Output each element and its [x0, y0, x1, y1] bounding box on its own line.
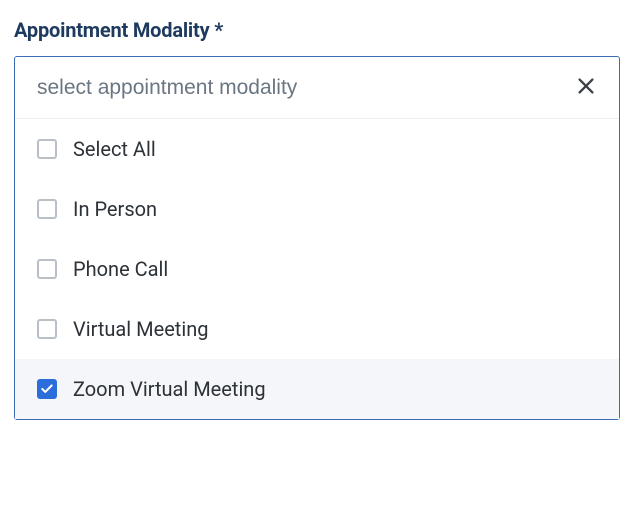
- dropdown-container: Select All In Person Phone Call Virtual Mee…: [14, 56, 620, 420]
- option-item[interactable]: Zoom Virtual Meeting: [15, 359, 619, 419]
- option-label: Zoom Virtual Meeting: [73, 377, 266, 401]
- option-item[interactable]: Virtual Meeting: [15, 299, 619, 359]
- search-row: [15, 57, 619, 119]
- search-input[interactable]: [37, 76, 571, 100]
- clear-button[interactable]: [571, 71, 601, 104]
- option-item[interactable]: Phone Call: [15, 239, 619, 299]
- option-item[interactable]: In Person: [15, 179, 619, 239]
- checkbox-icon: [37, 319, 57, 339]
- option-label: Phone Call: [73, 257, 168, 281]
- options-list: Select All In Person Phone Call Virtual Mee…: [15, 119, 619, 419]
- option-label: Select All: [73, 137, 156, 161]
- field-label: Appointment Modality *: [14, 18, 620, 42]
- checkbox-icon: [37, 139, 57, 159]
- checkbox-icon: [37, 259, 57, 279]
- option-label: Virtual Meeting: [73, 317, 209, 341]
- close-icon: [575, 75, 597, 100]
- option-item[interactable]: Select All: [15, 119, 619, 179]
- checkbox-icon: [37, 379, 57, 399]
- checkbox-icon: [37, 199, 57, 219]
- option-label: In Person: [73, 197, 157, 221]
